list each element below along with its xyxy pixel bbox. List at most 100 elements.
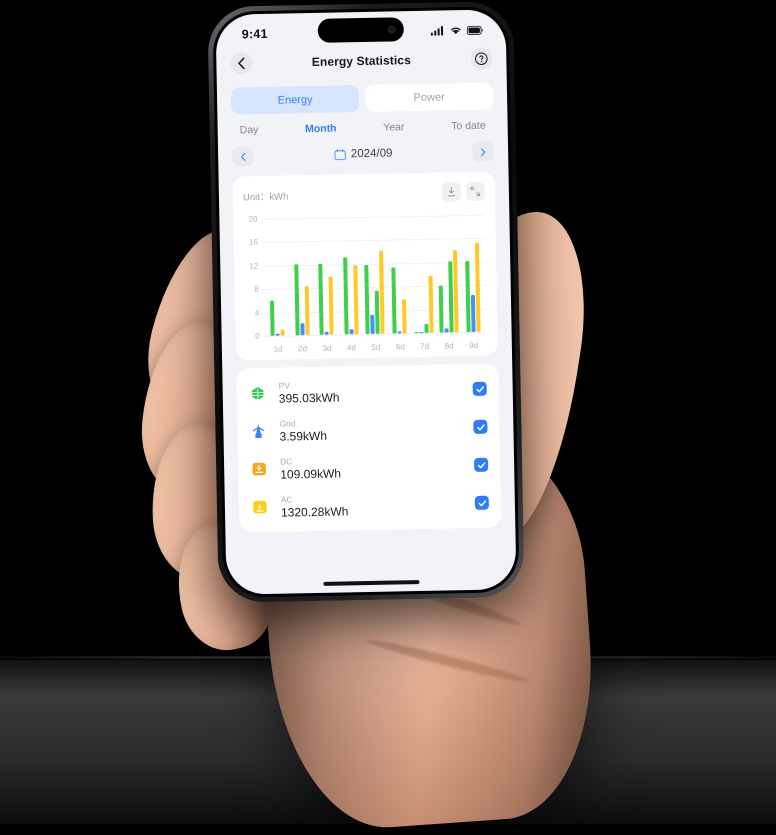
bar-ac — [352, 265, 359, 335]
bar-ac — [474, 242, 481, 332]
phone-screen: 9:41 Energy Statistics Energy Power Day … — [215, 9, 517, 595]
y-axis-tick-label: 8 — [254, 284, 259, 294]
dc-inverter-icon — [252, 462, 266, 476]
front-camera-icon — [387, 25, 396, 34]
bar-ac — [280, 329, 285, 336]
page-title: Energy Statistics — [311, 53, 412, 69]
cellular-signal-icon — [430, 26, 444, 36]
legend-item-grid[interactable]: Grid 3.59kWh — [249, 408, 488, 451]
period-tab-to-date[interactable]: To date — [451, 120, 486, 133]
bar-group — [386, 216, 413, 334]
bar-group — [361, 217, 388, 335]
bar-ac — [428, 275, 434, 333]
bar-pv — [464, 260, 471, 333]
legend-value: 3.59kWh — [279, 428, 328, 444]
download-icon — [447, 186, 456, 197]
period-tab-year[interactable]: Year — [383, 121, 404, 133]
background-floor — [0, 660, 776, 824]
tab-energy[interactable]: Energy — [230, 85, 360, 115]
legend-text: AC 1320.28kWh — [281, 490, 475, 519]
legend-checkbox[interactable] — [474, 457, 489, 472]
bar-group — [434, 215, 461, 333]
y-axis-tick-label: 12 — [249, 261, 259, 271]
x-axis-tick-label: 1d — [273, 344, 283, 354]
bar-pv — [364, 264, 371, 335]
background-floor-edge — [0, 656, 776, 659]
calendar-icon — [334, 148, 346, 161]
back-button[interactable] — [230, 52, 253, 75]
question-mark-circle-icon — [475, 52, 488, 65]
screenshot-stage: 9:41 Energy Statistics Energy Power Day … — [0, 0, 776, 835]
x-axis-tick-label: 6d — [395, 342, 405, 352]
checkmark-icon — [476, 423, 485, 430]
bar-grid — [370, 315, 376, 334]
bar-pv — [424, 324, 429, 333]
legend-item-pv[interactable]: PV 395.03kWh — [248, 370, 487, 413]
bar-pv — [293, 264, 300, 336]
home-indicator[interactable] — [323, 580, 420, 586]
bar-group — [288, 218, 315, 336]
legend-checkbox[interactable] — [473, 419, 488, 434]
bar-ac — [304, 285, 310, 336]
bar-ac — [328, 276, 334, 335]
checkmark-icon — [475, 385, 484, 392]
x-axis-tick-label: 5d — [371, 342, 381, 352]
checkmark-icon — [477, 461, 485, 468]
bar-pv — [375, 290, 381, 334]
bar-pv — [318, 264, 324, 335]
chart-x-axis: 1d 2d 3d 4d 5d 6d 7d 8d 9d — [266, 341, 486, 354]
bar-pv — [270, 300, 275, 336]
bar-ac — [379, 250, 386, 334]
next-period-button[interactable] — [471, 141, 495, 162]
x-axis-tick-label: 2d — [298, 344, 308, 354]
help-button[interactable] — [470, 47, 493, 70]
chart-tool-buttons — [441, 181, 486, 202]
y-axis-tick-label: 16 — [248, 237, 258, 248]
phone-bezel: 9:41 Energy Statistics Energy Power Day … — [212, 6, 520, 598]
chart-unit-label: Unit：kWh — [242, 190, 289, 203]
expand-fullscreen-icon — [470, 186, 481, 197]
y-axis-tick-label: 4 — [254, 308, 260, 318]
navigation-bar: Energy Statistics — [216, 43, 507, 79]
bar-grid — [349, 329, 354, 335]
bar-grid — [444, 328, 449, 333]
legend-checkbox[interactable] — [474, 495, 490, 510]
solar-panel-icon — [251, 386, 264, 400]
bar-grid — [275, 333, 280, 336]
x-axis-tick-label: 4d — [346, 343, 356, 353]
fullscreen-button[interactable] — [465, 181, 486, 202]
legend-item-dc[interactable]: DC 109.09kWh — [250, 446, 489, 489]
x-axis-tick-label: 8d — [444, 341, 454, 351]
previous-period-button[interactable] — [231, 146, 255, 167]
legend-item-ac[interactable]: AC 1320.28kWh — [251, 484, 490, 527]
period-tab-month[interactable]: Month — [305, 123, 337, 136]
bar-ac — [452, 249, 459, 333]
period-tab-day[interactable]: Day — [240, 124, 259, 136]
download-button[interactable] — [441, 182, 462, 202]
bar-pv — [438, 285, 444, 333]
bar-group — [263, 218, 290, 336]
legend-checkbox[interactable] — [472, 381, 487, 396]
chevron-left-icon — [238, 57, 245, 70]
tab-power[interactable]: Power — [364, 82, 494, 112]
bar-pv — [342, 257, 349, 335]
current-date-display[interactable]: 2024/09 — [334, 147, 393, 160]
bar-group — [410, 216, 437, 334]
wifi-icon — [451, 27, 461, 35]
legend-value: 395.03kWh — [278, 390, 340, 406]
legend-text: DC 109.09kWh — [280, 452, 474, 481]
ac-inverter-icon — [253, 500, 267, 514]
grid-tower-icon — [252, 423, 265, 438]
chevron-right-icon — [480, 147, 486, 156]
checkmark-icon — [478, 499, 486, 506]
bar-ac — [402, 298, 408, 334]
dynamic-island — [317, 17, 405, 43]
legend-card: PV 395.03kWh Grid 3.59kWh DC 109.09kWh A… — [236, 363, 502, 533]
bar-grid — [419, 331, 424, 333]
y-axis-tick-label: 0 — [255, 331, 260, 341]
bar-pv — [414, 331, 419, 334]
chart-card: Unit：kWh 0 4 8 12 16 20 1d 2d 3d 4d 5d 6… — [232, 171, 499, 361]
chart-bars — [263, 215, 485, 336]
bar-grid — [324, 331, 329, 335]
bar-group — [337, 217, 364, 335]
